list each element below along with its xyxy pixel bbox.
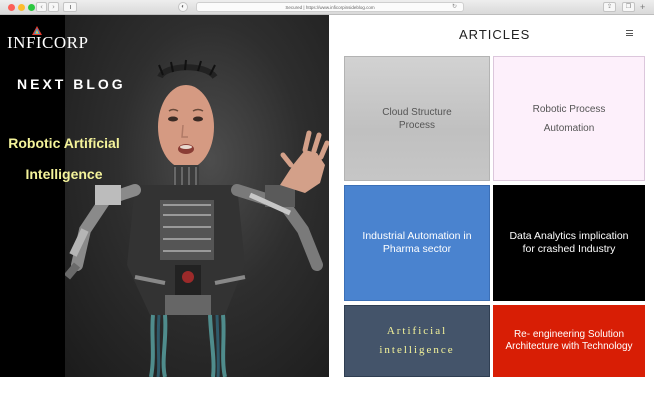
next-blog-label: NEXT BLOG	[17, 76, 126, 92]
card-line1: Artificial	[386, 325, 448, 337]
article-card-re-engineering[interactable]: Re- engineering Solution Architecture wi…	[493, 305, 645, 377]
hero-title-line2: Intelligence	[25, 166, 103, 182]
back-button[interactable]: ‹	[36, 2, 47, 12]
share-button[interactable]: ⇪	[603, 2, 616, 12]
reload-icon[interactable]: ↻	[452, 3, 457, 12]
card-line2: for crashed Industry	[522, 243, 616, 255]
shield-icon[interactable]: ◐	[178, 2, 188, 12]
card-line2: Architecture with Technology	[505, 341, 633, 352]
new-tab-icon[interactable]: +	[640, 3, 645, 12]
article-card-data-analytics[interactable]: Data Analytics implication for crashed I…	[493, 185, 645, 301]
article-card-cloud-structure[interactable]: Cloud Structure Process	[344, 56, 490, 181]
browser-toolbar: ‹ › ◐ Secured | https://www.inficorpinsi…	[0, 0, 654, 15]
card-line2: Pharma sector	[382, 243, 452, 255]
article-card-industrial-automation[interactable]: Industrial Automation in Pharma sector	[344, 185, 490, 301]
forward-button[interactable]: ›	[48, 2, 59, 12]
articles-heading: ARTICLES	[459, 27, 531, 42]
card-line1: Re- engineering Solution	[513, 329, 625, 340]
hero-title[interactable]: Robotic Artificial Intelligence	[5, 128, 123, 190]
article-card-artificial-intelligence[interactable]: Artificial intelligence	[344, 305, 490, 377]
card-line2: Automation	[543, 122, 595, 134]
card-line1: Robotic Process	[532, 103, 606, 115]
card-line1: Cloud Structure	[382, 106, 452, 118]
tabs-overview-button[interactable]: ❐	[622, 2, 635, 12]
logo[interactable]: INFICORP	[7, 33, 88, 53]
address-bar[interactable]: Secured | https://www.inficorpinsideblog…	[196, 2, 464, 12]
hero-banner[interactable]: INFICORP NEXT BLOG Robotic Artificial In…	[0, 15, 329, 377]
card-line2: Process	[398, 119, 436, 131]
robot-image	[65, 59, 329, 377]
maximize-window-button[interactable]	[28, 4, 35, 11]
logo-mark-icon	[32, 26, 42, 35]
card-line1: Data Analytics implication	[509, 230, 629, 242]
article-card-robotic-process[interactable]: Robotic Process Automation	[493, 56, 645, 181]
hamburger-menu-icon[interactable]	[626, 30, 633, 36]
close-window-button[interactable]	[8, 4, 15, 11]
url-text: Secured | https://www.inficorpinsideblog…	[285, 5, 375, 10]
card-line1: Industrial Automation in	[362, 230, 472, 242]
minimize-window-button[interactable]	[18, 4, 25, 11]
hero-title-line1: Robotic Artificial	[8, 135, 120, 151]
sidebar-toggle-button[interactable]	[63, 2, 77, 12]
card-line2: intelligence	[379, 344, 455, 356]
